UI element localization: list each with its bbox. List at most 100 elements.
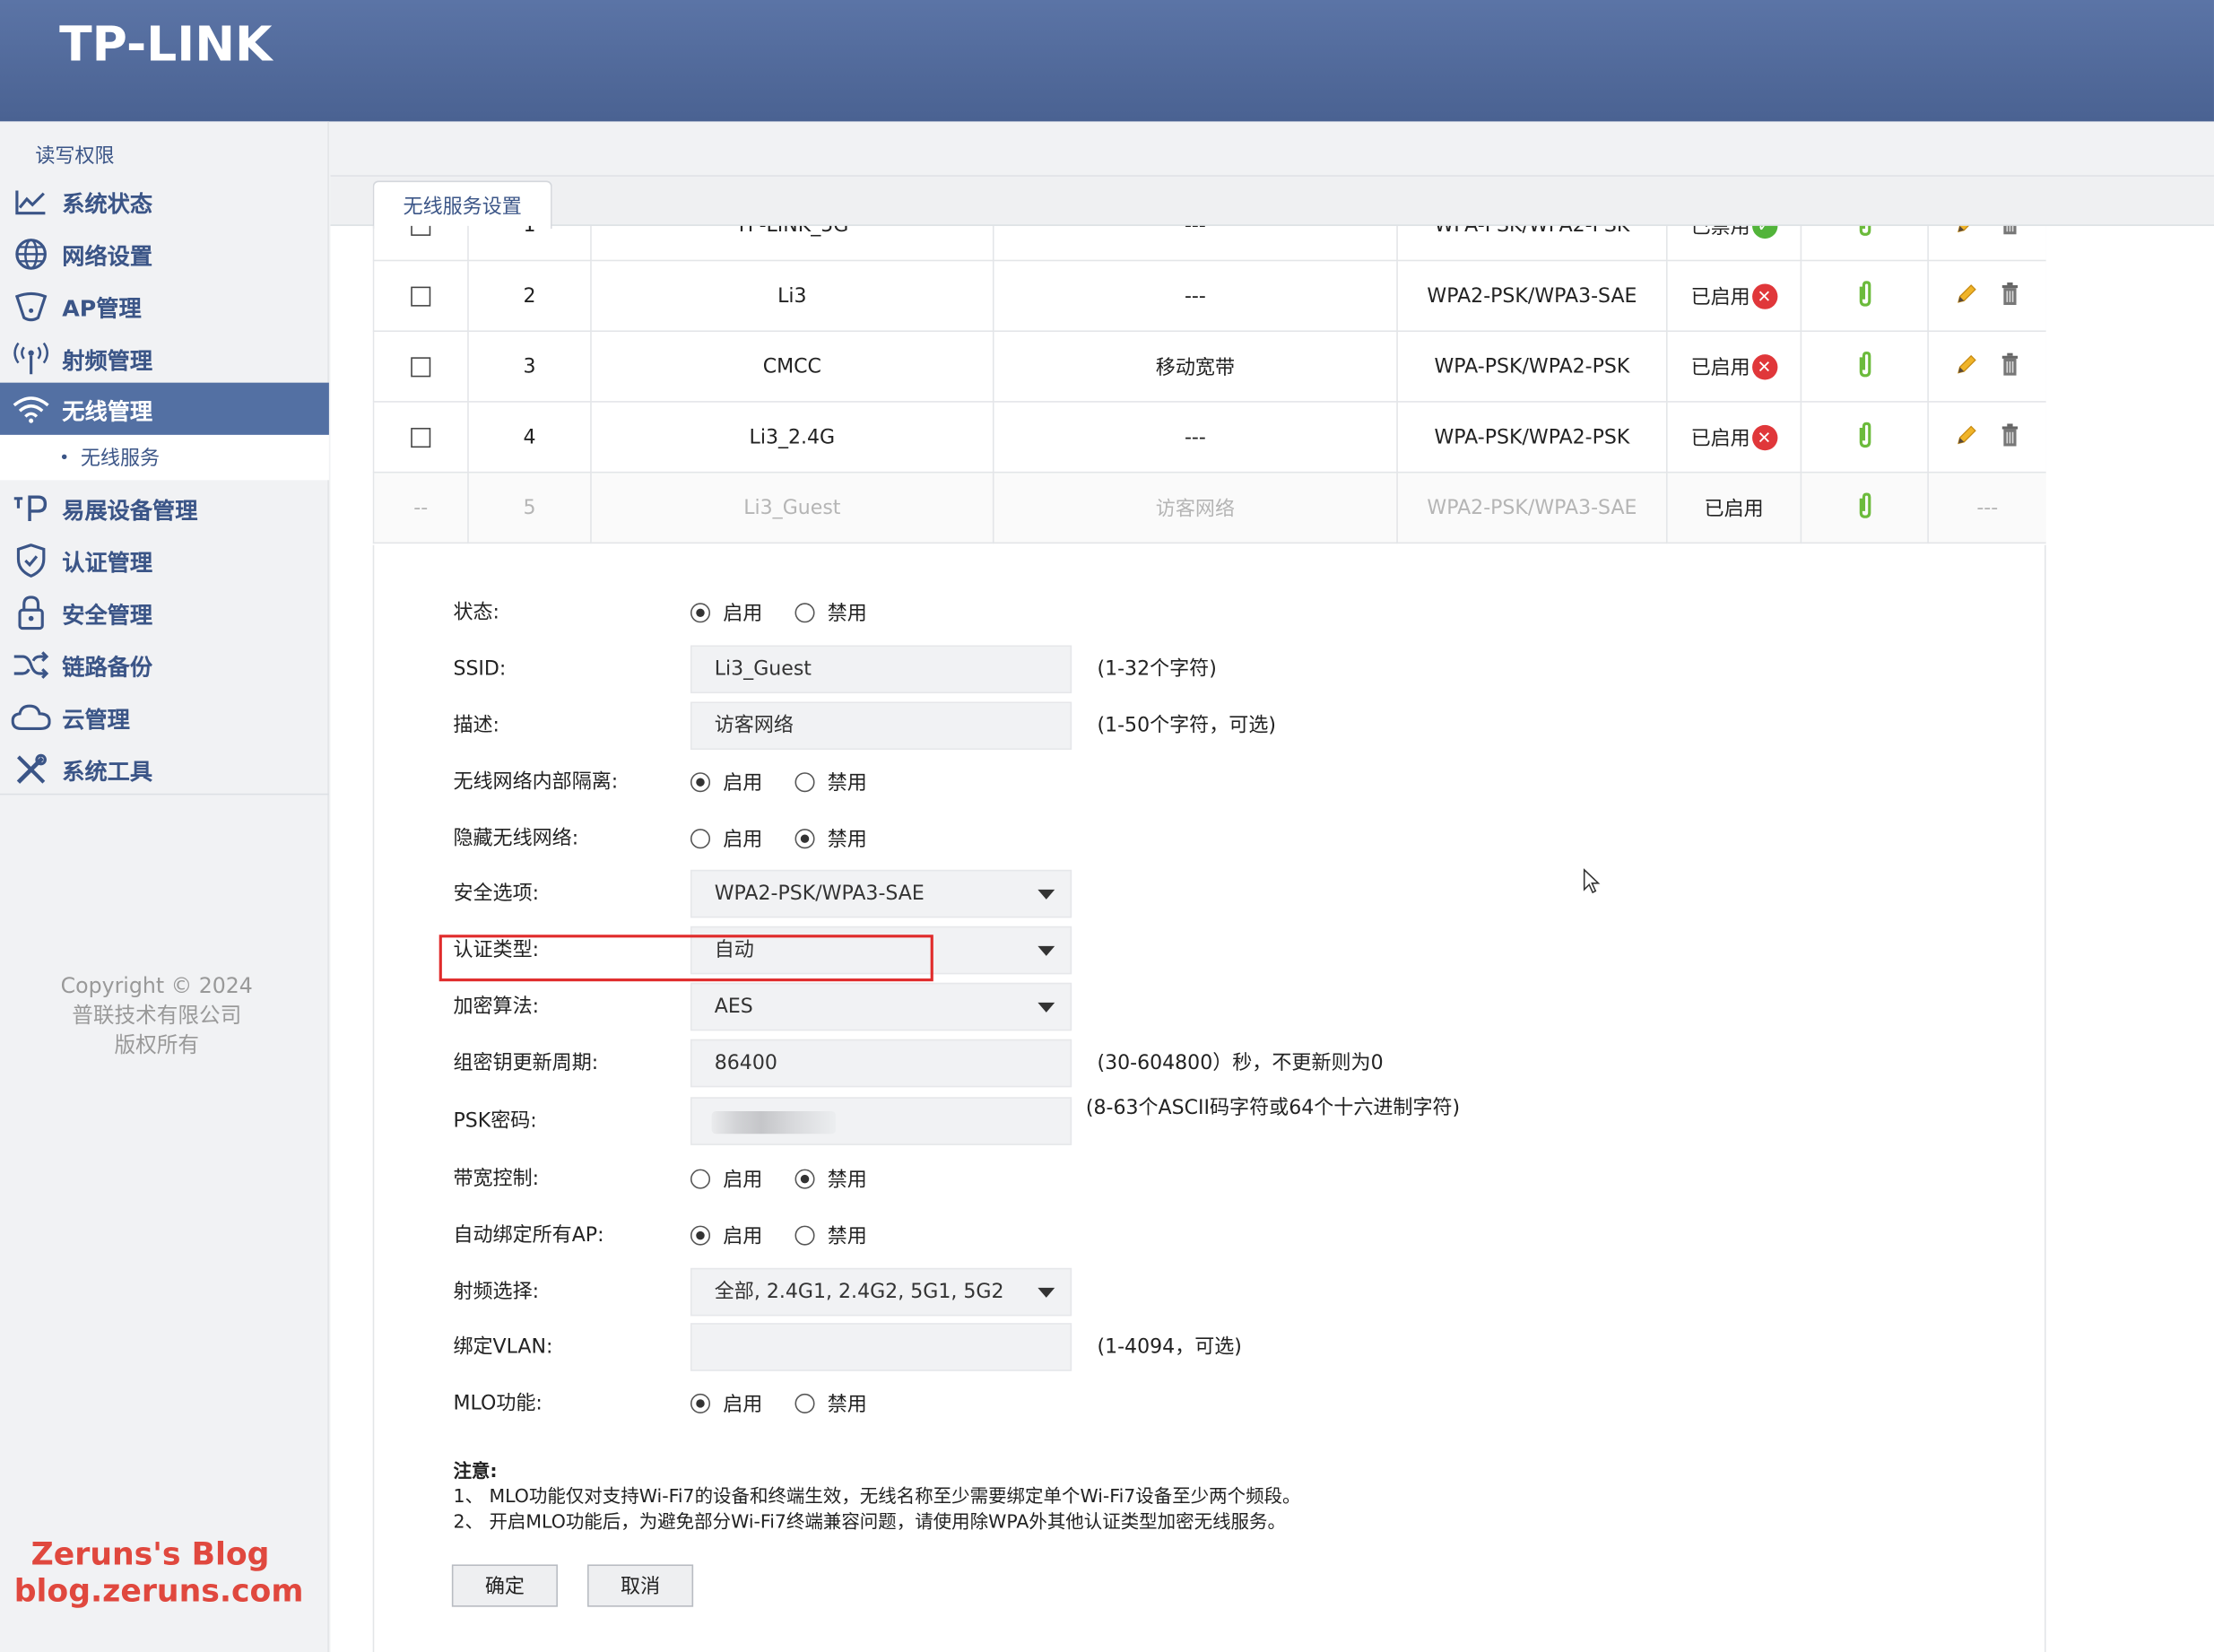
row-status-cell: 已启用 ✕ [1666,330,1802,403]
nav-label: 云管理 [62,705,130,733]
enable-check-icon[interactable]: ✓ [1751,225,1777,239]
delete-trash-icon[interactable] [2001,422,2019,451]
nav-wireless-management[interactable]: 无线管理 [0,382,329,435]
mlo-radio-enable[interactable]: 启用 [690,1389,762,1417]
row-index: 4 [467,401,592,474]
bandwidth-radio-disable[interactable]: 禁用 [794,1165,867,1193]
mlo-radio-disable[interactable]: 禁用 [794,1389,867,1417]
chevron-down-icon [1038,1287,1055,1298]
paperclip-icon[interactable] [1856,351,1873,383]
cancel-button[interactable]: 取消 [587,1564,694,1607]
hide-ssid-radio-group: 启用 禁用 [690,814,899,863]
row-checkbox[interactable] [411,285,431,306]
disable-x-icon[interactable]: ✕ [1751,424,1777,450]
isolation-radio-disable[interactable]: 禁用 [794,768,867,796]
autobind-radio-group: 启用 禁用 [690,1212,899,1260]
security-select[interactable]: WPA2-PSK/WPA3-SAE [690,869,1072,918]
nav-system-status[interactable]: 系统状态 [0,175,329,227]
row-checkbox-cell: -- [372,471,469,544]
ssid-input[interactable]: Li3_Guest [690,645,1072,694]
hide-radio-enable[interactable]: 启用 [690,824,762,852]
description-input[interactable]: 访客网络 [690,701,1072,751]
nav-label: 易展设备管理 [62,496,198,524]
isolation-highlight-box [438,935,933,982]
nav-security-management[interactable]: 安全管理 [0,586,329,638]
nav-cloud-management[interactable]: 云管理 [0,691,329,743]
paperclip-icon[interactable] [1856,421,1873,454]
encryption-select[interactable]: AES [690,982,1072,1031]
row-security: WPA2-PSK/WPA3-SAE [1396,259,1668,332]
edit-pencil-icon[interactable] [1956,423,1978,451]
form-row-autobind: 自动绑定所有AP: 启用 禁用 [374,1212,1927,1260]
edit-pencil-icon[interactable] [1956,225,1978,239]
row-checkbox[interactable] [411,225,431,236]
delete-trash-icon[interactable] [2001,352,2019,380]
row-ssid: Li3_Guest [590,471,994,544]
nav-rf-management[interactable]: 射频管理 [0,332,329,384]
paperclip-icon[interactable] [1856,225,1873,242]
radio-circle-icon [690,1225,711,1246]
nav-network-settings[interactable]: 网络设置 [0,227,329,279]
status-radio-enable[interactable]: 启用 [690,599,762,627]
table-row: -- 5 Li3_Guest 访客网络 WPA2-PSK/WPA3-SAE 已启用 --- [372,471,2046,544]
paperclip-icon[interactable] [1856,491,1873,525]
nav-system-tools[interactable]: 系统工具 [0,743,329,795]
subnav-wireless-service[interactable]: • 无线服务 [0,434,329,481]
rekey-interval-input[interactable]: 86400 [690,1039,1072,1088]
isolation-radio-enable[interactable]: 启用 [690,768,762,796]
edit-pencil-icon[interactable] [1956,352,1978,380]
autobind-radio-enable[interactable]: 启用 [690,1222,762,1249]
radio-label: 禁用 [827,603,867,626]
edit-pencil-icon[interactable] [1956,282,1978,309]
nav-label: 系统工具 [62,757,153,785]
wireless-service-table: 1TP-LINK_5G---WPA-PSK/WPA2-PSK已禁用✓2Li3--… [372,225,2046,545]
nav-ap-management[interactable]: AP管理 [0,280,329,332]
radio-circle-icon [690,1169,711,1189]
row-checkbox[interactable] [411,427,431,448]
wifi-icon [0,383,62,435]
nav-auth-management[interactable]: 认证管理 [0,534,329,586]
paperclip-icon[interactable] [1856,280,1873,313]
form-row-status: 状态: 启用 禁用 [374,589,1927,638]
chevron-down-icon [1038,945,1055,956]
vlan-input[interactable] [690,1323,1072,1371]
row-description: --- [992,225,1398,262]
form-row-psk: PSK密码: (8-63个ASCII码字符或64个十六进制字符) [374,1097,1927,1145]
form-row-vlan: 绑定VLAN: (1-4094，可选) [374,1323,1927,1371]
radio-label: 启用 [723,1393,763,1417]
status-radio-disable[interactable]: 禁用 [794,599,867,627]
nav-label: 安全管理 [62,600,153,628]
row-status-cell: 已启用 [1666,471,1802,544]
autobind-radio-disable[interactable]: 禁用 [794,1222,867,1249]
tab-wireless-service-settings[interactable]: 无线服务设置 [372,180,552,230]
tools-icon [0,743,62,795]
row-status-cell: 已启用 ✕ [1666,259,1802,332]
row-index: 5 [467,471,592,544]
nav-easymesh-management[interactable]: 易展设备管理 [0,482,329,534]
confirm-button[interactable]: 确定 [451,1564,558,1607]
radio-band-select[interactable]: 全部, 2.4G1, 2.4G2, 5G1, 5G2 [690,1267,1072,1317]
form-row-security: 安全选项: WPA2-PSK/WPA3-SAE [374,869,1927,918]
row-ssid: CMCC [590,330,994,403]
disable-x-icon[interactable]: ✕ [1751,353,1777,379]
nav-link-backup[interactable]: 链路备份 [0,639,329,691]
row-status: 已启用 [1704,497,1764,521]
bandwidth-radio-enable[interactable]: 启用 [690,1165,762,1193]
form-row-rekey: 组密钥更新周期: 86400 (30-604800）秒，不更新则为0 [374,1039,1927,1088]
notes-title: 注意: [453,1461,498,1483]
permission-label: 读写权限 [35,145,115,169]
row-bind-cell [1800,401,1929,474]
delete-trash-icon[interactable] [2001,282,2019,309]
blurred-password [711,1111,837,1135]
delete-trash-icon[interactable] [2001,225,2019,239]
row-index: 2 [467,259,592,332]
nav-label: 链路备份 [62,653,153,681]
cloud-icon [0,691,62,743]
psk-password-input[interactable] [690,1097,1072,1145]
disable-x-icon[interactable]: ✕ [1751,283,1777,309]
hide-radio-disable[interactable]: 禁用 [794,824,867,852]
radio-circle-icon [690,772,711,793]
row-status: 已启用 [1690,427,1750,450]
row-checkbox[interactable] [411,356,431,377]
bullet-icon: • [59,448,70,468]
